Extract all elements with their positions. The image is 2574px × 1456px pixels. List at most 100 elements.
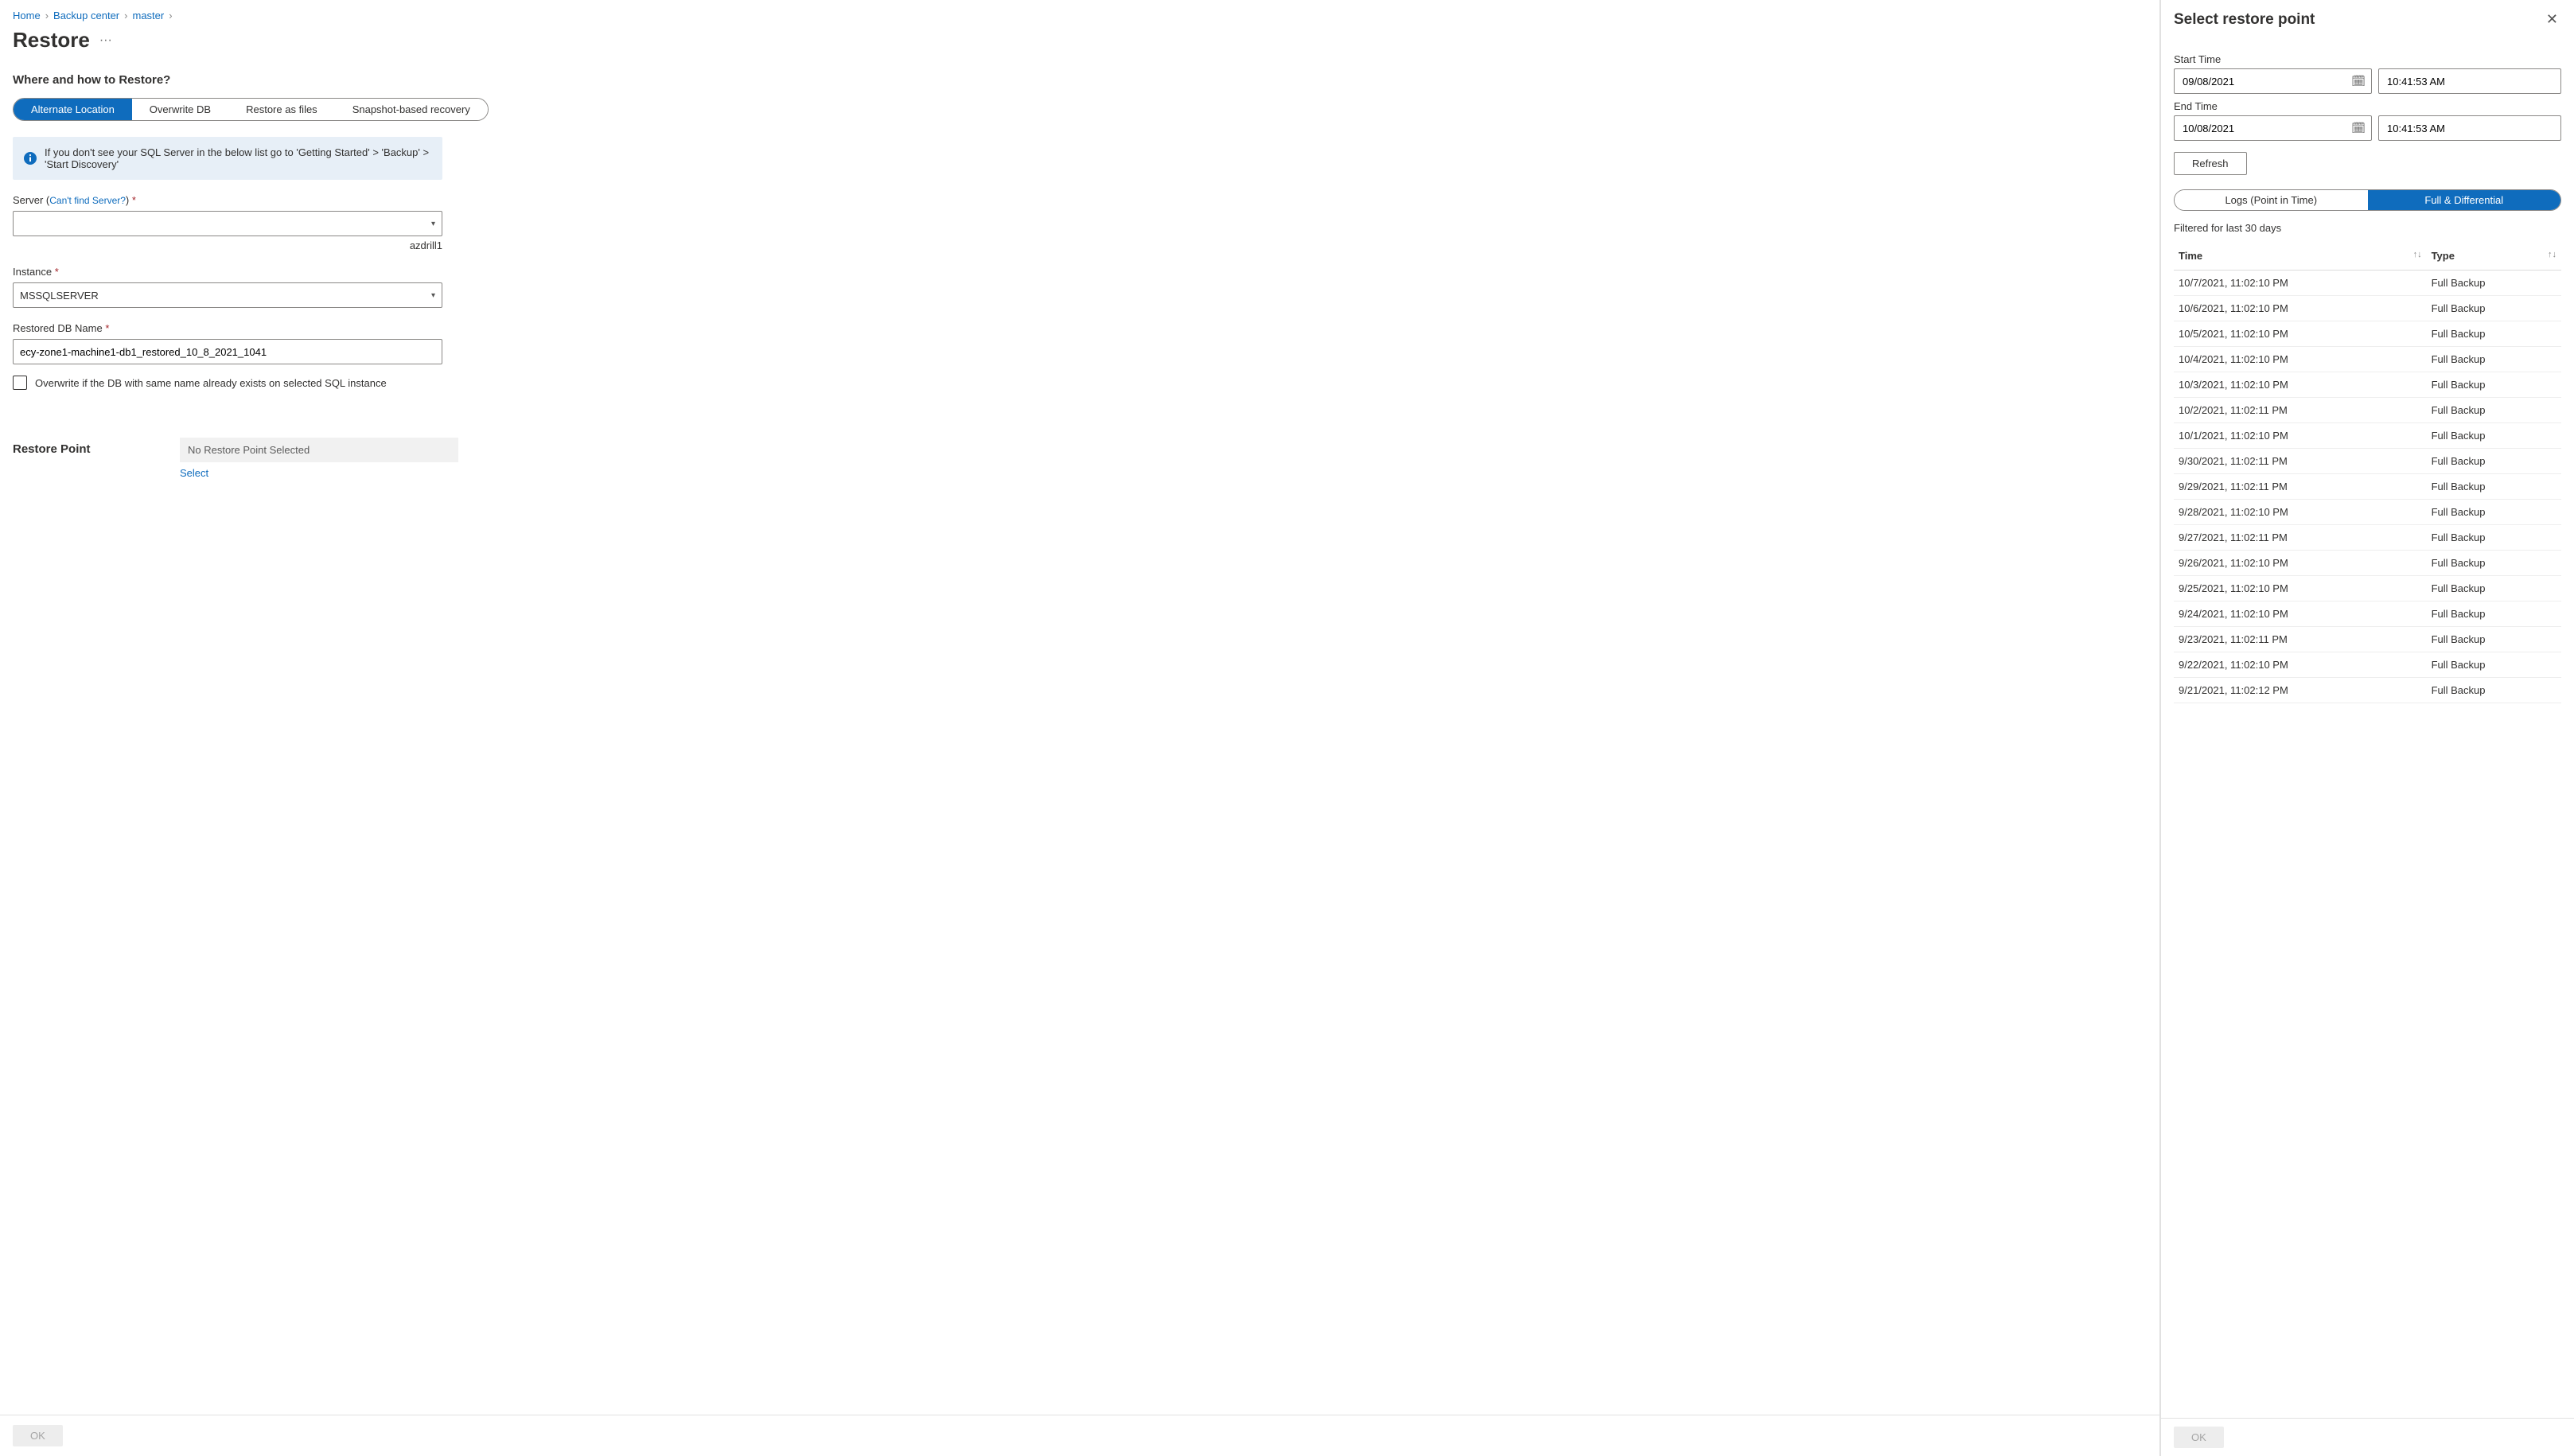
row-type: Full Backup <box>2427 423 2561 449</box>
row-time: 9/29/2021, 11:02:11 PM <box>2174 474 2427 500</box>
chevron-right-icon: › <box>124 10 127 21</box>
restore-point-row[interactable]: 9/28/2021, 11:02:10 PMFull Backup <box>2174 500 2561 525</box>
server-label: Server (Can't find Server?) * <box>13 194 442 206</box>
server-label-close: ) <box>126 194 129 206</box>
end-time-label: End Time <box>2174 100 2561 112</box>
col-type-header[interactable]: Type ↑↓ <box>2427 243 2561 271</box>
tab-logs-point-in-time[interactable]: Logs (Point in Time) <box>2175 190 2368 210</box>
restore-point-row[interactable]: 10/1/2021, 11:02:10 PMFull Backup <box>2174 423 2561 449</box>
restore-point-row[interactable]: 10/5/2021, 11:02:10 PMFull Backup <box>2174 321 2561 347</box>
tab-overwrite-db[interactable]: Overwrite DB <box>132 99 228 120</box>
row-time: 10/1/2021, 11:02:10 PM <box>2174 423 2427 449</box>
instance-value: MSSQLSERVER <box>20 290 99 302</box>
row-time: 9/25/2021, 11:02:10 PM <box>2174 576 2427 601</box>
row-type: Full Backup <box>2427 678 2561 703</box>
required-star: * <box>132 194 136 206</box>
info-text: If you don't see your SQL Server in the … <box>45 146 431 170</box>
end-date-input[interactable] <box>2174 115 2372 141</box>
select-restore-point-panel: Select restore point ✕ Start Time 🗓 End … <box>2160 0 2574 1456</box>
restore-point-row[interactable]: 9/24/2021, 11:02:10 PMFull Backup <box>2174 601 2561 627</box>
main-pane: Home › Backup center › master › Restore … <box>0 0 2160 1456</box>
breadcrumb-backup-center[interactable]: Backup center <box>53 10 119 21</box>
breadcrumb: Home › Backup center › master › <box>13 10 2147 21</box>
col-time-label: Time <box>2179 250 2202 262</box>
restore-type-tabs: Alternate Location Overwrite DB Restore … <box>13 98 489 121</box>
row-type: Full Backup <box>2427 347 2561 372</box>
select-restore-point-link[interactable]: Select <box>180 467 208 479</box>
restore-point-row[interactable]: 9/29/2021, 11:02:11 PMFull Backup <box>2174 474 2561 500</box>
breadcrumb-home[interactable]: Home <box>13 10 41 21</box>
chevron-down-icon: ▾ <box>431 220 435 228</box>
dbname-label-text: Restored DB Name <box>13 322 103 334</box>
row-time: 9/27/2021, 11:02:11 PM <box>2174 525 2427 551</box>
row-type: Full Backup <box>2427 474 2561 500</box>
start-date-input[interactable] <box>2174 68 2372 94</box>
restore-point-mode-tabs: Logs (Point in Time) Full & Differential <box>2174 189 2561 211</box>
col-time-header[interactable]: Time ↑↓ <box>2174 243 2427 271</box>
row-type: Full Backup <box>2427 372 2561 398</box>
refresh-button[interactable]: Refresh <box>2174 152 2247 175</box>
info-message: If you don't see your SQL Server in the … <box>13 137 442 180</box>
restore-point-row[interactable]: 9/25/2021, 11:02:10 PMFull Backup <box>2174 576 2561 601</box>
row-type: Full Backup <box>2427 576 2561 601</box>
instance-label: Instance * <box>13 266 442 278</box>
info-icon <box>24 152 37 165</box>
server-helper: azdrill1 <box>13 239 442 251</box>
chevron-right-icon: › <box>45 10 49 21</box>
overwrite-label: Overwrite if the DB with same name alrea… <box>35 377 387 389</box>
breadcrumb-master[interactable]: master <box>132 10 164 21</box>
tab-snapshot-recovery[interactable]: Snapshot-based recovery <box>335 99 488 120</box>
chevron-right-icon: › <box>169 10 172 21</box>
start-time-input[interactable] <box>2378 68 2561 94</box>
row-type: Full Backup <box>2427 652 2561 678</box>
restore-point-row[interactable]: 9/30/2021, 11:02:11 PMFull Backup <box>2174 449 2561 474</box>
restore-point-row[interactable]: 9/21/2021, 11:02:12 PMFull Backup <box>2174 678 2561 703</box>
row-time: 10/6/2021, 11:02:10 PM <box>2174 296 2427 321</box>
row-time: 9/21/2021, 11:02:12 PM <box>2174 678 2427 703</box>
restored-db-name-input[interactable] <box>13 339 442 364</box>
tab-full-differential[interactable]: Full & Differential <box>2368 190 2561 210</box>
panel-footer: OK <box>2161 1418 2574 1456</box>
row-time: 10/4/2021, 11:02:10 PM <box>2174 347 2427 372</box>
restore-point-row[interactable]: 10/7/2021, 11:02:10 PMFull Backup <box>2174 271 2561 296</box>
restore-point-row[interactable]: 9/26/2021, 11:02:10 PMFull Backup <box>2174 551 2561 576</box>
restore-point-label: Restore Point <box>13 438 180 479</box>
ok-button[interactable]: OK <box>13 1425 63 1446</box>
section-where-how: Where and how to Restore? <box>13 73 2147 87</box>
row-type: Full Backup <box>2427 296 2561 321</box>
row-time: 9/22/2021, 11:02:10 PM <box>2174 652 2427 678</box>
row-type: Full Backup <box>2427 601 2561 627</box>
close-icon[interactable]: ✕ <box>2543 8 2561 31</box>
row-time: 9/26/2021, 11:02:10 PM <box>2174 551 2427 576</box>
instance-select[interactable]: MSSQLSERVER ▾ <box>13 282 442 308</box>
row-time: 9/30/2021, 11:02:11 PM <box>2174 449 2427 474</box>
required-star: * <box>105 322 109 334</box>
server-select[interactable]: ▾ <box>13 211 442 236</box>
col-type-label: Type <box>2432 250 2455 262</box>
cant-find-server-link[interactable]: Can't find Server? <box>49 195 126 206</box>
restore-point-row[interactable]: 9/22/2021, 11:02:10 PMFull Backup <box>2174 652 2561 678</box>
row-type: Full Backup <box>2427 398 2561 423</box>
more-actions-icon[interactable]: ··· <box>99 33 112 48</box>
dbname-label: Restored DB Name * <box>13 322 442 334</box>
server-label-text: Server ( <box>13 194 49 206</box>
restore-points-table: Time ↑↓ Type ↑↓ 10/7/2021, 11:02:10 PMFu… <box>2174 243 2561 703</box>
restore-point-row[interactable]: 10/4/2021, 11:02:10 PMFull Backup <box>2174 347 2561 372</box>
panel-ok-button[interactable]: OK <box>2174 1427 2224 1448</box>
main-footer: OK <box>0 1415 2159 1456</box>
restore-point-row[interactable]: 9/27/2021, 11:02:11 PMFull Backup <box>2174 525 2561 551</box>
restore-point-row[interactable]: 10/6/2021, 11:02:10 PMFull Backup <box>2174 296 2561 321</box>
restore-point-row[interactable]: 9/23/2021, 11:02:11 PMFull Backup <box>2174 627 2561 652</box>
tab-restore-as-files[interactable]: Restore as files <box>228 99 335 120</box>
row-time: 10/3/2021, 11:02:10 PM <box>2174 372 2427 398</box>
row-type: Full Backup <box>2427 271 2561 296</box>
restore-point-row[interactable]: 10/2/2021, 11:02:11 PMFull Backup <box>2174 398 2561 423</box>
start-time-label: Start Time <box>2174 53 2561 65</box>
row-type: Full Backup <box>2427 627 2561 652</box>
end-time-input[interactable] <box>2378 115 2561 141</box>
restore-point-row[interactable]: 10/3/2021, 11:02:10 PMFull Backup <box>2174 372 2561 398</box>
overwrite-checkbox[interactable] <box>13 376 27 390</box>
tab-alternate-location[interactable]: Alternate Location <box>14 99 132 120</box>
restore-point-status: No Restore Point Selected <box>180 438 458 462</box>
sort-icon: ↑↓ <box>2413 250 2422 259</box>
